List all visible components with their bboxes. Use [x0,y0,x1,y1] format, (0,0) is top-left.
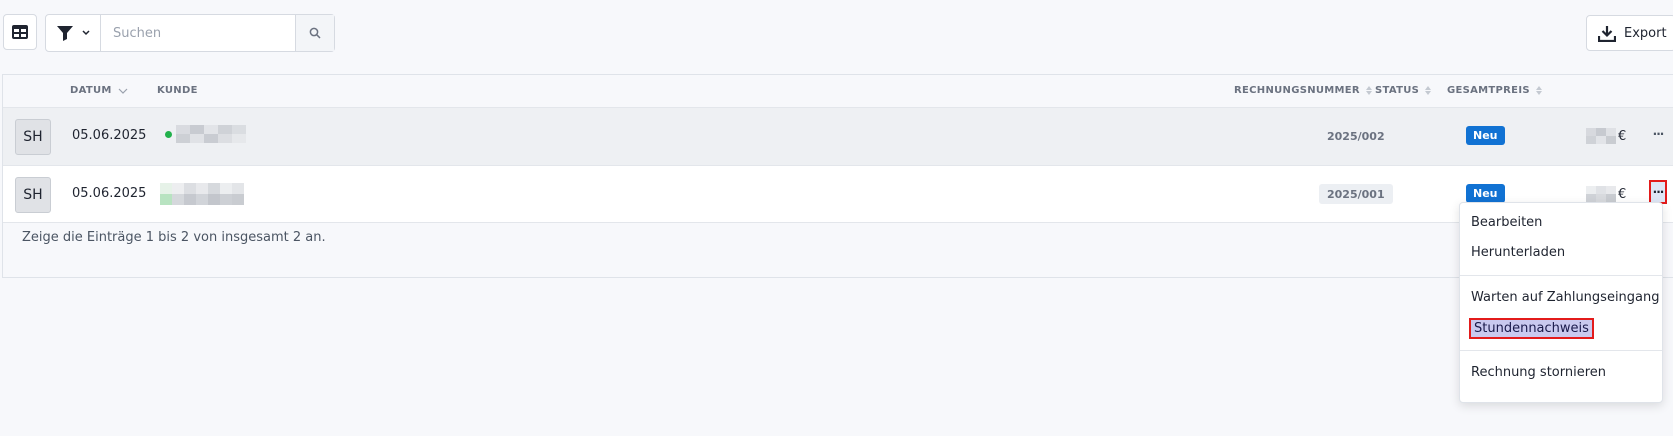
menu-item-stundennachweis[interactable]: Stundennachweis [1469,318,1594,339]
date-cell: 05.06.2025 [72,186,147,201]
search-icon [309,27,321,39]
menu-item-rechnung-stornieren[interactable]: Rechnung stornieren [1471,365,1606,380]
filter-icon [56,26,73,41]
menu-item-herunterladen[interactable]: Herunterladen [1471,245,1565,260]
price-currency: € [1618,128,1627,144]
search-group [45,14,335,52]
avatar: SH [15,177,51,213]
date-cell: 05.06.2025 [72,128,147,143]
price-cell: € [1586,186,1626,202]
invoice-number: 2025/001 [1319,184,1393,204]
search-button[interactable] [294,15,334,51]
price-currency: € [1618,186,1627,202]
table-row[interactable]: SH 05.06.2025 2025/002 Neu € ··· [3,107,1673,165]
column-label-rechnungsnummer: RECHNUNGSNUMMER [1234,85,1360,96]
menu-item-warten-auf-zahlungseingang[interactable]: Warten auf Zahlungseingang [1471,290,1660,305]
invoice-number: 2025/002 [1319,126,1393,146]
download-icon [1598,25,1616,42]
column-header-status[interactable]: STATUS [1375,85,1432,96]
toolbar: Export [0,0,1673,70]
redacted-customer-name [176,125,246,143]
chevron-down-icon [118,88,128,94]
export-label: Export [1624,25,1667,41]
column-header-rechnungsnummer[interactable]: RECHNUNGSNUMMER [1234,85,1372,96]
status-badge: Neu [1466,126,1505,145]
row-actions-button[interactable]: ··· [1649,180,1667,204]
table-row[interactable]: SH 05.06.2025 2025/001 Neu € ··· [3,165,1673,223]
column-label-status: STATUS [1375,85,1420,96]
status-dot-icon [165,130,172,138]
menu-divider [1460,275,1662,276]
menu-item-bearbeiten[interactable]: Bearbeiten [1471,215,1542,230]
customer-cell [165,125,246,143]
menu-divider [1460,350,1662,351]
customer-cell [160,183,252,205]
column-label-gesamtpreis: GESAMTPREIS [1447,85,1530,96]
row-actions-button[interactable]: ··· [1649,122,1667,146]
invoice-table: DATUM KUNDE RECHNUNGSNUMMER STATUS GESAM… [2,74,1673,278]
pagination-info: Zeige die Einträge 1 bis 2 von insgesamt… [22,230,326,245]
export-button[interactable]: Export [1586,15,1673,51]
price-cell: € [1586,128,1626,144]
sort-icon [1425,86,1432,95]
search-input[interactable] [100,15,295,51]
redacted-price [1586,128,1616,144]
table-view-button[interactable] [3,14,37,50]
redacted-customer-name [160,183,244,205]
redacted-price [1586,186,1616,202]
column-header-kunde[interactable]: KUNDE [157,85,198,96]
sort-icon [1365,86,1372,95]
row-actions-menu: Bearbeiten Herunterladen Warten auf Zahl… [1459,202,1663,403]
column-header-datum[interactable]: DATUM [70,85,128,96]
sort-icon [1535,86,1542,95]
table-header: DATUM KUNDE RECHNUNGSNUMMER STATUS GESAM… [3,75,1673,107]
avatar: SH [15,119,51,155]
table-icon [12,25,28,39]
status-badge: Neu [1466,184,1505,203]
column-header-gesamtpreis[interactable]: GESAMTPREIS [1447,85,1542,96]
column-label-datum: DATUM [70,85,112,96]
chevron-down-icon [82,30,90,36]
column-label-kunde: KUNDE [157,85,198,96]
filter-dropdown-button[interactable] [46,15,101,51]
